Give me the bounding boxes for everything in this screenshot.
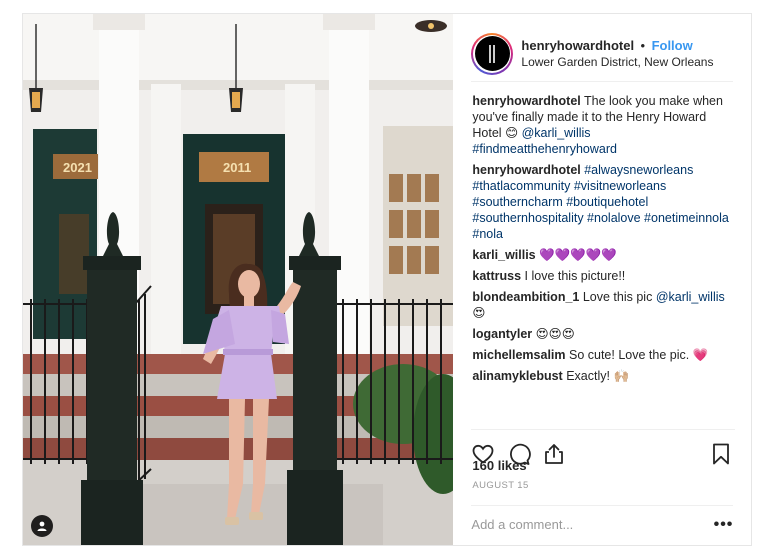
list-item: blondeambition_1 Love this pic @karli_wi… [472,289,734,321]
hotel-logo-icon [474,36,510,71]
list-item: kattruss I love this picture!! [472,268,734,284]
list-item: michellemsalim So cute! Love the pic. 💗 [472,347,734,363]
comment-username[interactable]: kattruss [472,269,521,283]
comment-text: Exactly! [566,369,610,383]
comment-username[interactable]: logantyler [472,327,532,341]
likes-count[interactable]: 160 likes [472,458,526,473]
instagram-post: 2011 2021 henryhowardhotel • Follow Lowe… [22,13,752,546]
comment-username[interactable]: michellemsalim [472,348,565,362]
caption-emoji: 😊 [505,125,519,140]
comment-text: So cute! Love the pic. [569,348,690,362]
comment-emoji: 💗 [692,347,709,362]
list-item: karli_willis 💜💜💜💜💜 [472,247,734,263]
user-tag-icon[interactable] [31,515,53,537]
door-number-right: 2011 [223,160,251,175]
post-photo[interactable]: 2011 2021 [23,14,454,545]
caption-username[interactable]: henryhowardhotel [472,94,580,108]
post-side-panel: henryhowardhotel • Follow Lower Garden D… [453,14,751,545]
header-separator: • [640,37,646,53]
caption-mention[interactable]: @karli_willis [522,126,591,140]
comment-username[interactable]: blondeambition_1 [472,290,579,304]
comment-text: I love this picture!! [524,269,626,283]
share-icon[interactable] [542,442,566,466]
location-link[interactable]: Lower Garden District, New Orleans [521,54,713,70]
avatar[interactable] [471,32,514,75]
comment-input[interactable] [471,517,692,532]
comment-list: henryhowardhotel The look you make when … [472,93,734,389]
post-header: henryhowardhotel • Follow Lower Garden D… [471,28,734,82]
add-comment-bar: ••• [471,505,734,543]
caption-hashtag[interactable]: #findmeatthehenryhoward [472,142,617,156]
list-item: logantyler 😍😍😍 [472,326,734,342]
hashtag-comment: henryhowardhotel #alwaysneworleans #that… [472,162,734,242]
comment-username[interactable]: alinamyklebust [472,369,562,383]
follow-button[interactable]: Follow [652,38,693,53]
post-date: AUGUST 15 [472,480,529,491]
comment-text: 💜💜💜💜💜 [539,247,617,262]
header-username[interactable]: henryhowardhotel [521,38,634,53]
comment-emoji: 😍 [472,305,486,320]
photo-illustration: 2011 2021 [23,14,454,545]
list-item: alinamyklebust Exactly! 🙌🏼 [472,368,734,384]
comment-username[interactable]: henryhowardhotel [472,163,580,177]
door-number-left: 2021 [63,160,92,175]
comment-text: 😍😍😍 [535,326,575,341]
comment-emoji: 🙌🏼 [613,368,630,383]
action-bar [471,429,736,465]
caption: henryhowardhotel The look you make when … [472,93,734,157]
comment-text: Love this pic [582,290,653,304]
more-options-icon[interactable]: ••• [714,516,734,534]
comment-mention[interactable]: @karli_willis [656,290,725,304]
comment-username[interactable]: karli_willis [472,248,535,262]
bookmark-icon[interactable] [709,442,733,466]
